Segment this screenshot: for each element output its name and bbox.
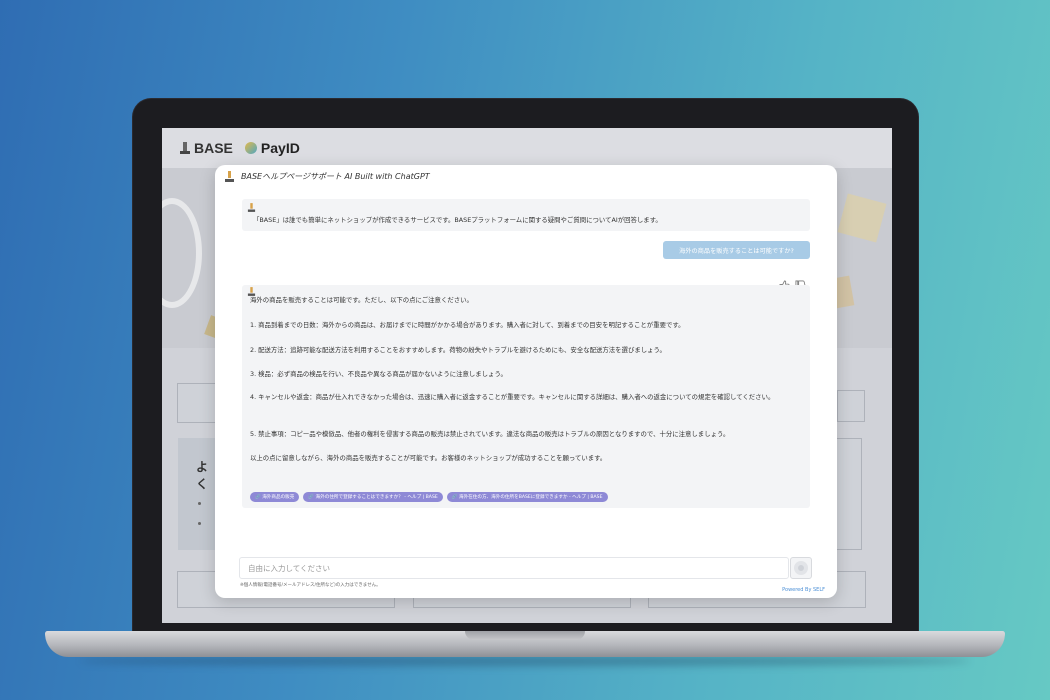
base-logo-icon: [225, 171, 234, 182]
payid-logo-icon: [244, 142, 257, 154]
answer-paragraph: 海外の商品を販売することは可能です。ただし、以下の点にご注意ください。: [250, 296, 473, 304]
chat-input-box[interactable]: [239, 557, 789, 579]
source-link-chip[interactable]: 🔗 海外在住の方、海外の住所をBASEに登録できますか - ヘルプ | BASE: [446, 492, 608, 502]
base-logo-icon: [180, 142, 190, 154]
faq-bullet: [198, 522, 201, 525]
faq-section: よく: [178, 438, 218, 550]
hero-decoration: [837, 193, 887, 243]
payid-logo-text: PayID: [260, 140, 300, 156]
hero-decoration: [162, 198, 202, 308]
bot-intro-message: 「BASE」は誰でも簡単にネットショップが作成できるサービスです。BASEプラッ…: [242, 199, 810, 231]
chat-input[interactable]: [241, 559, 781, 577]
laptop-notch: [465, 631, 585, 640]
powered-by-link[interactable]: Powered By SELF: [782, 587, 825, 593]
send-icon: [794, 561, 808, 575]
site-search-box[interactable]: [177, 383, 217, 423]
bot-avatar-icon: [247, 203, 256, 212]
answer-paragraph: 5. 禁止事項：コピー品や模倣品、他者の権利を侵害する商品の販売は禁止されていま…: [250, 430, 730, 438]
source-link-text: 海外在住の方、海外の住所をBASEに登録できますか - ヘルプ | BASE: [458, 495, 603, 500]
input-notice: ※個人情報(電話番号/メールアドレス/住所など)の入力はできません。: [240, 583, 381, 588]
answer-paragraph: 1. 商品到着までの日数：海外からの商品は、お届けまでに時間がかかる場合がありま…: [250, 321, 685, 329]
source-link-chip[interactable]: 🔗 海外の住所で登録することはできますか？ - ヘルプ | BASE: [303, 492, 443, 502]
send-button[interactable]: [790, 557, 812, 579]
source-link-chip[interactable]: 🔗 海外商品の販売: [250, 492, 300, 502]
source-link-text: 海外の住所で登録することはできますか？ - ヘルプ | BASE: [315, 495, 438, 500]
chat-modal: BASEヘルプページサポート AI Built with ChatGPT 「BA…: [215, 165, 837, 598]
user-message: 海外の商品を販売することは可能ですか?: [663, 241, 810, 259]
answer-paragraph: 3. 検品：必ず商品の検品を行い、不良品や異なる商品が届かないように注意しましょ…: [250, 370, 507, 378]
laptop-shadow: [80, 656, 970, 666]
faq-bullet: [198, 502, 201, 505]
modal-title-bar: BASEヘルプページサポート AI Built with ChatGPT: [225, 171, 430, 182]
intro-text: 「BASE」は誰でも簡単にネットショップが作成できるサービスです。BASEプラッ…: [253, 216, 662, 224]
base-logo-text: BASE: [194, 140, 233, 156]
answer-paragraph: 2. 配送方法：追跡可能な配送方法を利用することをおすすめします。荷物の紛失やト…: [250, 346, 666, 354]
base-logo[interactable]: BASE: [180, 140, 233, 156]
modal-title: BASEヘルプページサポート AI Built with ChatGPT: [241, 172, 430, 181]
source-link-text: 海外商品の販売: [262, 495, 295, 500]
site-header: BASE PayID: [162, 128, 892, 168]
source-links: 🔗 海外商品の販売 🔗 海外の住所で登録することはできますか？ - ヘルプ | …: [250, 492, 608, 502]
site-search-button[interactable]: [837, 390, 865, 422]
bot-answer-message: 海外の商品を販売することは可能です。ただし、以下の点にご注意ください。 1. 商…: [242, 285, 810, 508]
answer-paragraph: 4. キャンセルや返金：商品が仕入れできなかった場合は、迅速に購入者に返金するこ…: [250, 393, 775, 401]
user-message-text: 海外の商品を販売することは可能ですか?: [679, 247, 794, 255]
payid-logo[interactable]: PayID: [244, 140, 300, 156]
answer-paragraph: 以上の点に留意しながら、海外の商品を販売することが可能です。お客様のネットショッ…: [250, 454, 607, 462]
